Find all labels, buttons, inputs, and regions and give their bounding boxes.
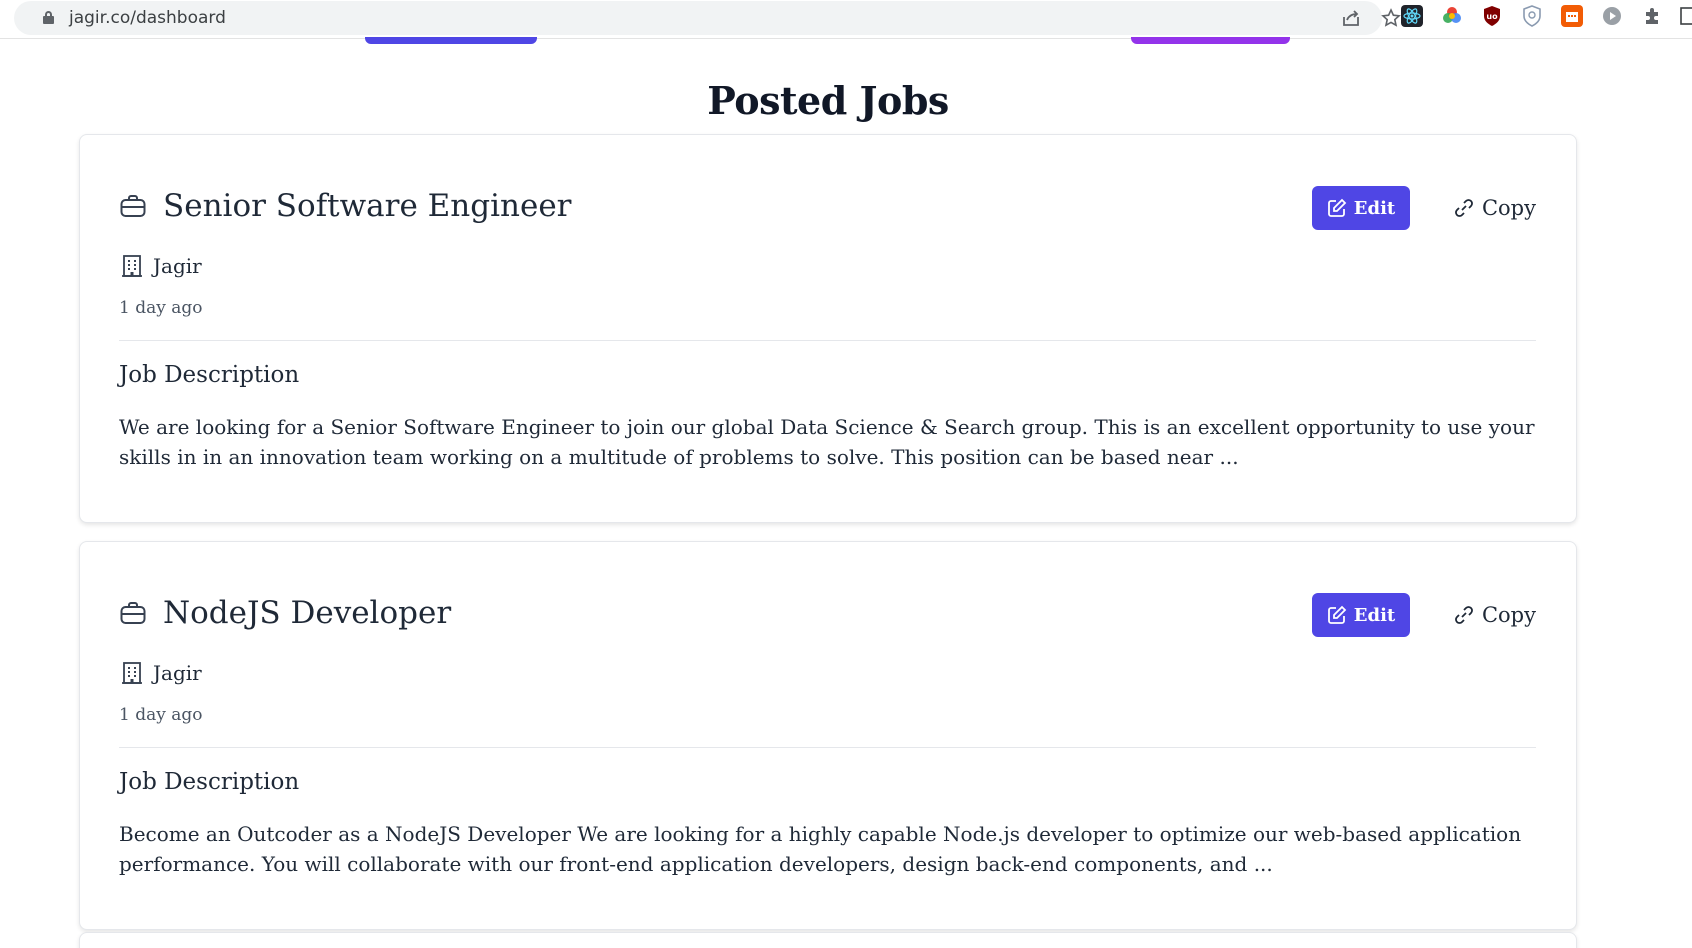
calendar-extension-icon[interactable] xyxy=(1561,5,1583,27)
share-icon[interactable] xyxy=(1339,7,1363,29)
url-text[interactable]: jagir.co/dashboard xyxy=(69,8,226,28)
edit-button[interactable]: Edit xyxy=(1312,593,1410,637)
color-picker-icon[interactable] xyxy=(1441,5,1463,27)
browser-toolbar: jagir.co/dashboard uo xyxy=(0,0,1692,39)
job-card: NodeJS Developer Jagir 1 day ago Job Des… xyxy=(79,541,1577,930)
shield-extension-icon[interactable] xyxy=(1521,5,1543,27)
job-description: Become an Outcoder as a NodeJS Developer… xyxy=(119,822,1522,876)
edit-label: Edit xyxy=(1353,197,1396,219)
copy-link-button[interactable]: Copy xyxy=(1453,190,1536,226)
edit-label: Edit xyxy=(1353,604,1396,626)
job-title-row: Senior Software Engineer xyxy=(119,188,572,224)
link-icon xyxy=(1455,606,1473,624)
edit-icon xyxy=(1327,198,1347,217)
sidepanel-icon[interactable] xyxy=(1680,5,1692,27)
building-icon xyxy=(122,255,142,277)
job-title[interactable]: NodeJS Developer xyxy=(163,595,451,631)
svg-text:uo: uo xyxy=(1486,12,1498,21)
company-name: Jagir xyxy=(153,254,202,278)
bookmark-star-icon[interactable] xyxy=(1379,7,1403,29)
divider xyxy=(119,340,1536,341)
briefcase-icon xyxy=(120,602,146,624)
secondary-action-button[interactable] xyxy=(1131,37,1290,44)
primary-action-button[interactable] xyxy=(365,37,537,44)
edit-button[interactable]: Edit xyxy=(1312,186,1410,230)
description-heading: Job Description xyxy=(119,769,300,795)
briefcase-icon xyxy=(120,195,146,217)
job-title[interactable]: Senior Software Engineer xyxy=(163,188,572,224)
page-title: Posted Jobs xyxy=(707,78,949,123)
copy-label: Copy xyxy=(1481,196,1536,220)
job-card-partial xyxy=(79,932,1577,948)
address-bar[interactable]: jagir.co/dashboard xyxy=(14,1,1401,35)
company-row: Jagir xyxy=(121,661,202,685)
description-heading: Job Description xyxy=(119,362,300,388)
job-title-row: NodeJS Developer xyxy=(119,595,451,631)
divider xyxy=(119,747,1536,748)
posted-time: 1 day ago xyxy=(119,705,203,725)
ublock-icon[interactable]: uo xyxy=(1481,5,1503,27)
edit-icon xyxy=(1327,605,1347,624)
link-icon xyxy=(1455,199,1473,217)
copy-link-button[interactable]: Copy xyxy=(1453,597,1536,633)
react-devtools-icon[interactable] xyxy=(1401,5,1423,27)
lock-icon[interactable] xyxy=(43,11,54,24)
posted-time: 1 day ago xyxy=(119,298,203,318)
company-row: Jagir xyxy=(121,254,202,278)
play-extension-icon[interactable] xyxy=(1601,5,1623,27)
copy-label: Copy xyxy=(1481,603,1536,627)
building-icon xyxy=(122,662,142,684)
company-name: Jagir xyxy=(153,661,202,685)
puzzle-icon[interactable] xyxy=(1641,5,1663,27)
job-description: We are looking for a Senior Software Eng… xyxy=(119,415,1535,469)
job-card: Senior Software Engineer Jagir 1 day ago… xyxy=(79,134,1577,523)
